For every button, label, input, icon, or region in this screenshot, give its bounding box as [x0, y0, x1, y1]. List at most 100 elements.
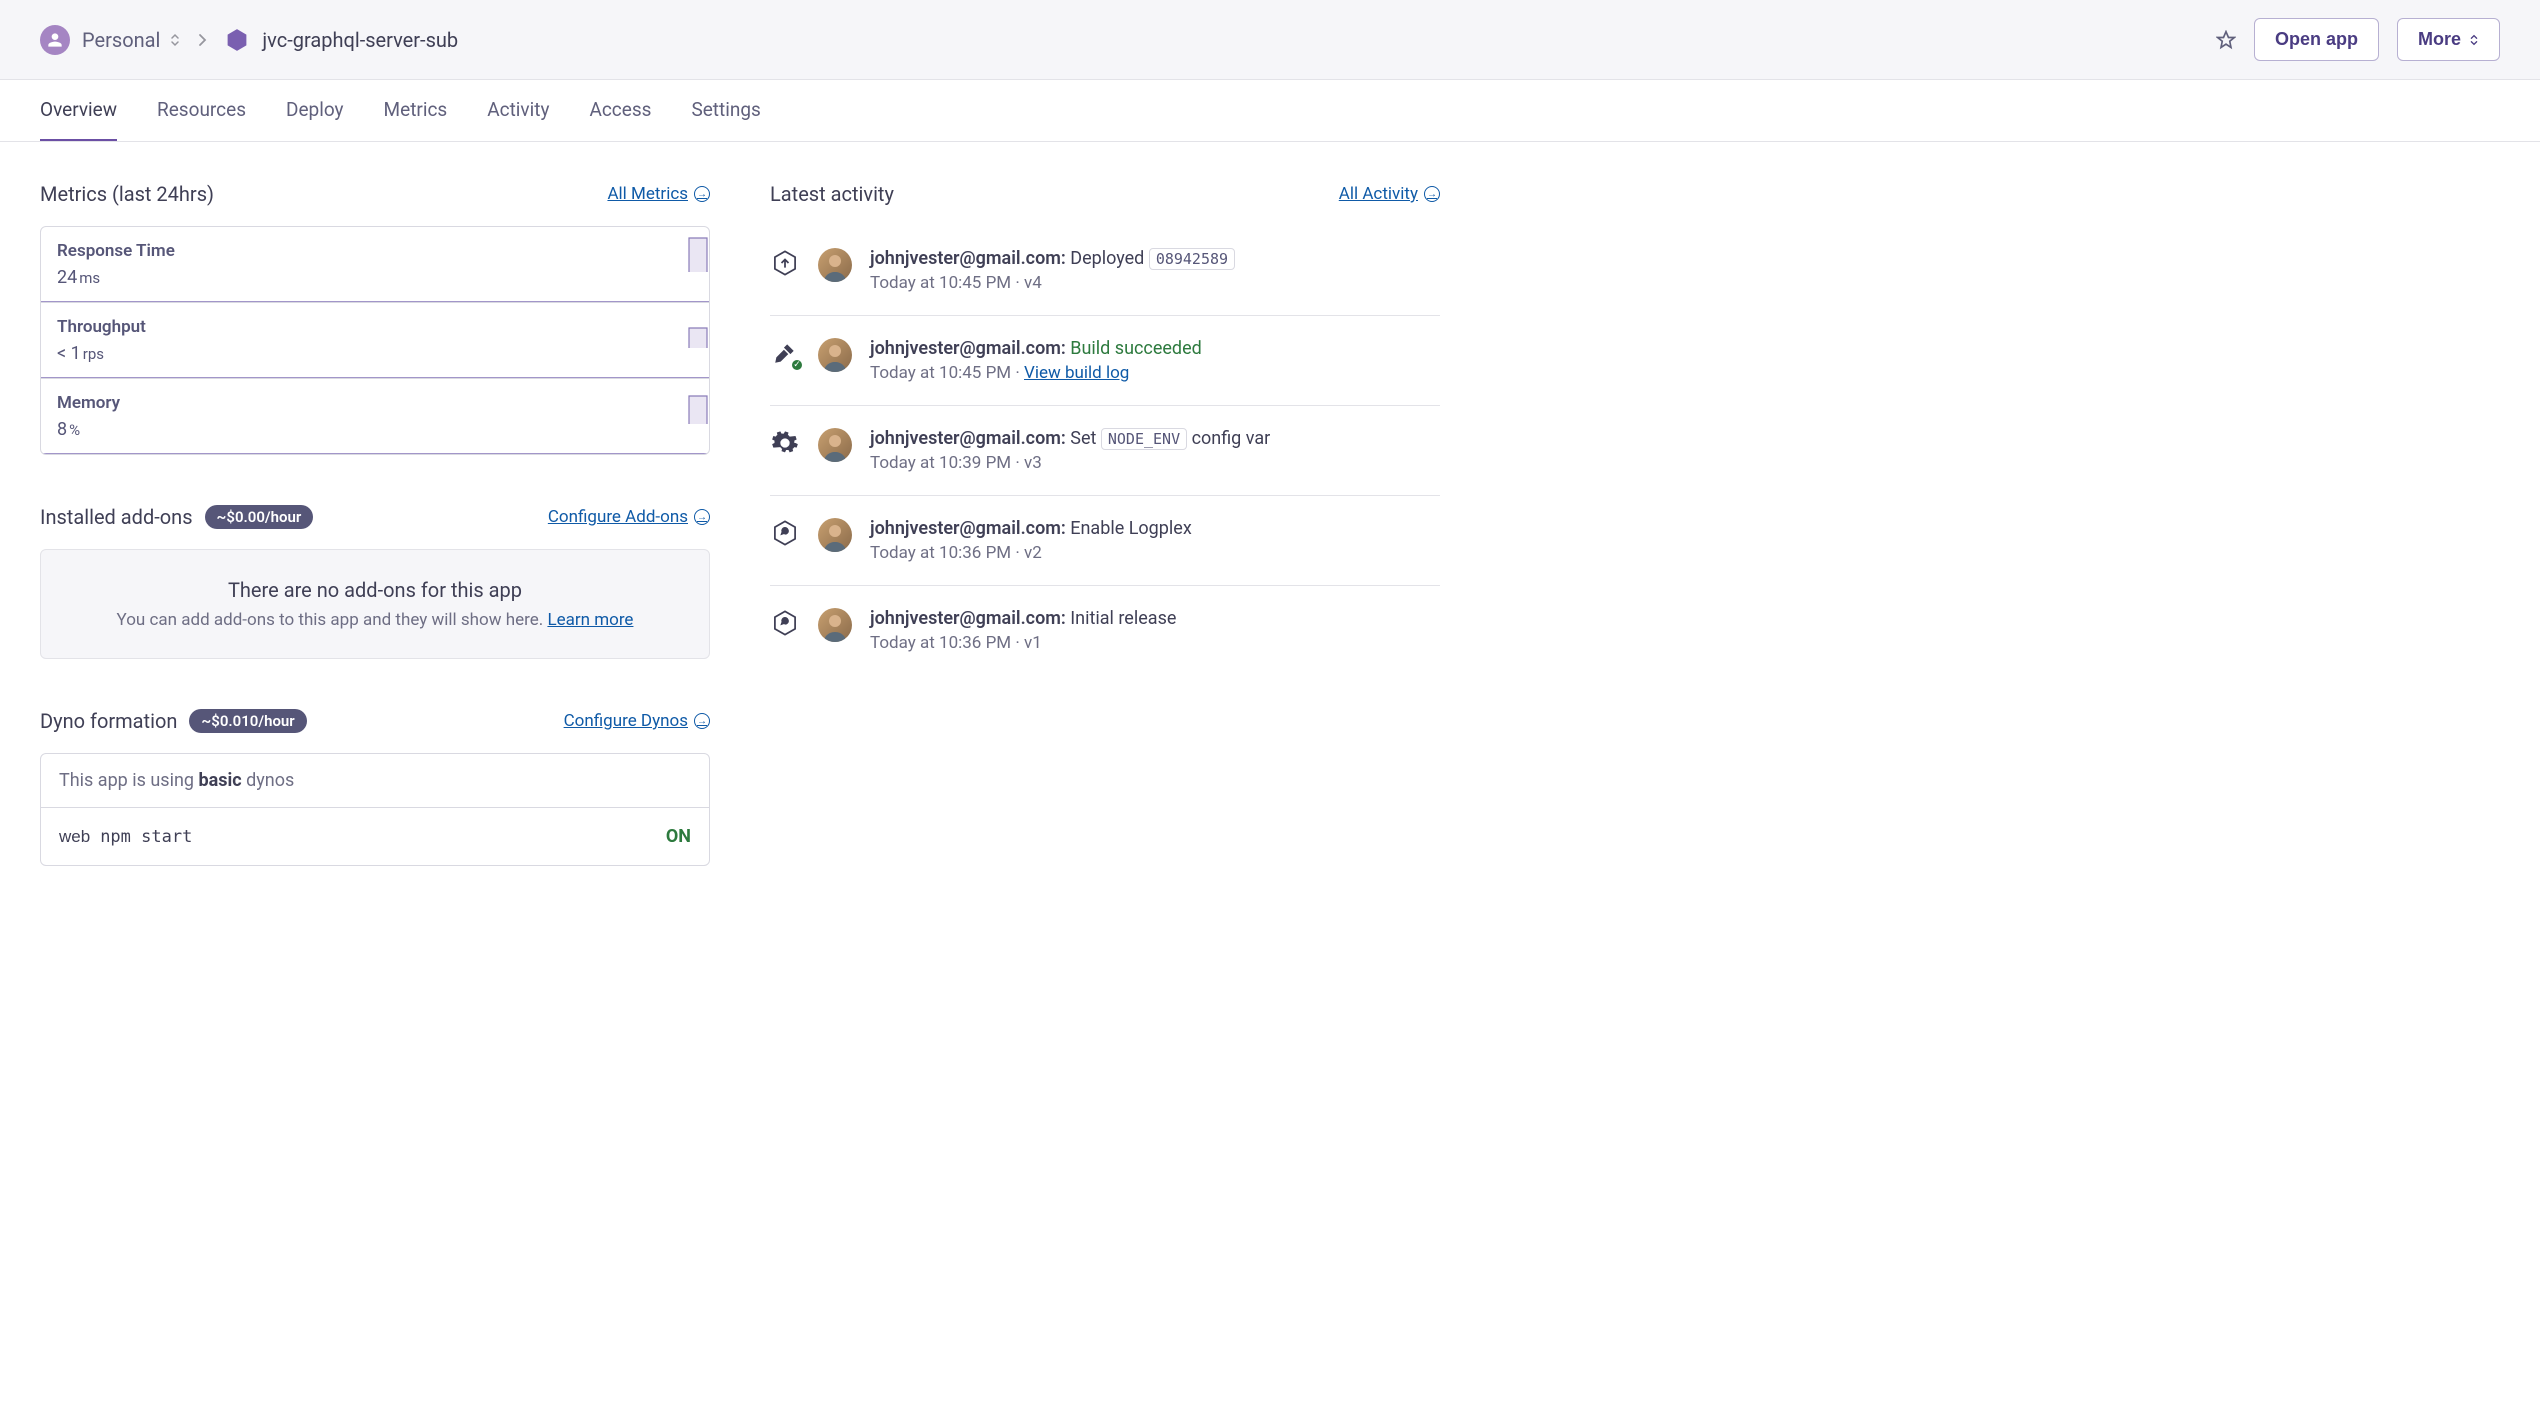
app-hex-icon [224, 27, 250, 53]
activity-list: johnjvester@gmail.com: Deployed 08942589… [770, 226, 1440, 675]
more-button[interactable]: More [2397, 18, 2500, 61]
arrow-right-icon: → [694, 713, 710, 729]
activity-title-line: johnjvester@gmail.com: Set NODE_ENV conf… [870, 428, 1440, 449]
activity-timestamp: Today at 10:45 PM · v4 [870, 273, 1440, 293]
tab-overview[interactable]: Overview [40, 80, 117, 141]
activity-section: Latest activity All Activity → [770, 182, 1440, 675]
build-icon: ✓ [770, 338, 800, 368]
person-icon [45, 30, 65, 50]
dyno-section: Dyno formation ~$0.010/hour Configure Dy… [40, 709, 710, 866]
activity-item: johnjvester@gmail.com: Enable Logplex To… [770, 496, 1440, 586]
arrow-right-icon: → [1424, 186, 1440, 202]
tab-deploy[interactable]: Deploy [286, 80, 344, 141]
all-activity-label: All Activity [1339, 184, 1418, 204]
all-metrics-label: All Metrics [607, 184, 688, 204]
configure-addons-link[interactable]: Configure Add-ons → [548, 507, 710, 527]
activity-body: johnjvester@gmail.com: Build succeeded T… [870, 338, 1440, 383]
learn-more-link[interactable]: Learn more [547, 610, 633, 630]
addons-empty-title: There are no add-ons for this app [69, 578, 681, 602]
activity-user: johnjvester@gmail.com: [870, 518, 1066, 539]
sparkline-icon [449, 308, 709, 363]
activity-user: johnjvester@gmail.com: [870, 338, 1066, 359]
activity-action: Initial release [1066, 608, 1177, 629]
check-icon: ✓ [790, 358, 804, 372]
deploy-hash-badge: 08942589 [1149, 248, 1235, 270]
dyno-tier: basic [199, 770, 242, 791]
activity-item: johnjvester@gmail.com: Deployed 08942589… [770, 226, 1440, 316]
activity-body: johnjvester@gmail.com: Set NODE_ENV conf… [870, 428, 1440, 473]
configure-dynos-link[interactable]: Configure Dynos → [564, 711, 710, 731]
deploy-icon [770, 248, 800, 278]
addons-title-label: Installed add-ons [40, 505, 193, 529]
app-tabs: Overview Resources Deploy Metrics Activi… [0, 80, 2540, 142]
tab-metrics[interactable]: Metrics [384, 80, 448, 141]
build-status: Build succeeded [1070, 338, 1202, 359]
view-build-log-link[interactable]: View build log [1024, 363, 1129, 383]
activity-header: Latest activity All Activity → [770, 182, 1440, 206]
activity-title: Latest activity [770, 182, 894, 206]
chevron-right-icon [197, 32, 207, 48]
activity-action: Deployed [1066, 248, 1149, 269]
dyno-status: ON [666, 826, 691, 847]
metrics-box: Response Time 24ms Throughput < 1rps Mem… [40, 226, 710, 455]
release-icon [770, 608, 800, 638]
metrics-section: Metrics (last 24hrs) All Metrics → Respo… [40, 182, 710, 455]
release-icon [770, 518, 800, 548]
chevron-up-down-icon [170, 32, 180, 48]
config-var-badge: NODE_ENV [1101, 428, 1187, 450]
star-icon[interactable] [2216, 30, 2236, 50]
user-avatar [818, 338, 852, 372]
activity-user: johnjvester@gmail.com: [870, 248, 1066, 269]
metrics-header: Metrics (last 24hrs) All Metrics → [40, 182, 710, 206]
sparkline-icon [449, 384, 709, 439]
addons-empty-subtitle: You can add add-ons to this app and they… [69, 610, 681, 630]
activity-timestamp: Today at 10:36 PM · v1 [870, 633, 1440, 653]
user-avatar [818, 428, 852, 462]
activity-timestamp: Today at 10:36 PM · v2 [870, 543, 1440, 563]
metric-memory[interactable]: Memory 8% [41, 379, 709, 454]
dyno-process-row: webnpm start ON [41, 808, 709, 865]
user-avatar [818, 608, 852, 642]
activity-title-line: johnjvester@gmail.com: Deployed 08942589 [870, 248, 1440, 269]
activity-item: johnjvester@gmail.com: Initial release T… [770, 586, 1440, 675]
header-actions: Open app More [2216, 18, 2500, 61]
dyno-title: Dyno formation ~$0.010/hour [40, 709, 307, 733]
metric-response-time[interactable]: Response Time 24ms [41, 227, 709, 303]
gear-icon [770, 428, 800, 458]
activity-item: johnjvester@gmail.com: Set NODE_ENV conf… [770, 406, 1440, 496]
right-column: Latest activity All Activity → [770, 182, 1440, 916]
activity-body: johnjvester@gmail.com: Deployed 08942589… [870, 248, 1440, 293]
workspace-breadcrumb[interactable]: Personal [82, 28, 180, 52]
activity-body: johnjvester@gmail.com: Enable Logplex To… [870, 518, 1440, 563]
arrow-right-icon: → [694, 509, 710, 525]
more-label: More [2418, 29, 2461, 50]
arrow-right-icon: → [694, 186, 710, 202]
workspace-avatar[interactable] [40, 25, 70, 55]
workspace-label: Personal [82, 28, 160, 52]
all-metrics-link[interactable]: All Metrics → [607, 184, 710, 204]
configure-addons-label: Configure Add-ons [548, 507, 688, 527]
tab-access[interactable]: Access [589, 80, 651, 141]
dyno-process-type: web [59, 827, 90, 846]
configure-dynos-label: Configure Dynos [564, 711, 688, 731]
open-app-button[interactable]: Open app [2254, 18, 2379, 61]
dyno-header: Dyno formation ~$0.010/hour Configure Dy… [40, 709, 710, 733]
metric-throughput[interactable]: Throughput < 1rps [41, 303, 709, 379]
tab-activity[interactable]: Activity [487, 80, 549, 141]
left-column: Metrics (last 24hrs) All Metrics → Respo… [40, 182, 710, 916]
activity-body: johnjvester@gmail.com: Initial release T… [870, 608, 1440, 653]
app-name: jvc-graphql-server-sub [262, 28, 458, 52]
dyno-command: webnpm start [59, 827, 192, 847]
tab-settings[interactable]: Settings [691, 80, 760, 141]
tab-resources[interactable]: Resources [157, 80, 246, 141]
sparkline-icon [449, 232, 709, 287]
content: Metrics (last 24hrs) All Metrics → Respo… [0, 142, 1480, 956]
addons-price-badge: ~$0.00/hour [205, 505, 314, 529]
activity-title-line: johnjvester@gmail.com: Build succeeded [870, 338, 1440, 359]
all-activity-link[interactable]: All Activity → [1339, 184, 1440, 204]
activity-action-suffix: config var [1187, 428, 1270, 449]
dyno-price-badge: ~$0.010/hour [189, 709, 306, 733]
metrics-title: Metrics (last 24hrs) [40, 182, 214, 206]
user-avatar [818, 518, 852, 552]
addons-section: Installed add-ons ~$0.00/hour Configure … [40, 505, 710, 659]
